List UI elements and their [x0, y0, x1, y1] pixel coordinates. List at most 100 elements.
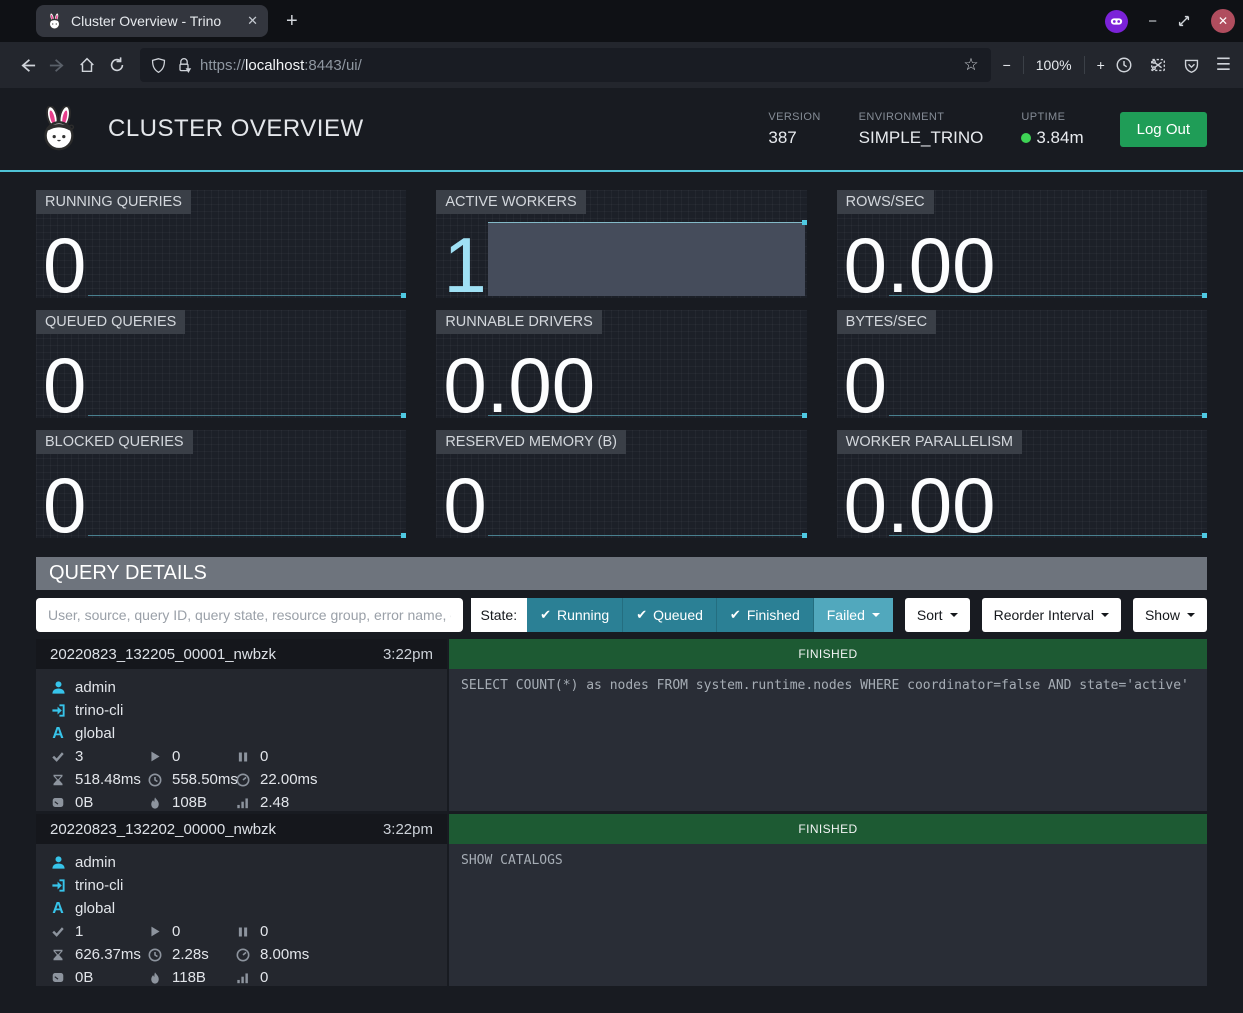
- query-status-badge: FINISHED: [449, 814, 1207, 844]
- home-button[interactable]: [72, 50, 102, 80]
- cumulative-memory: 108B: [172, 794, 207, 811]
- stat-value: 0: [43, 346, 86, 424]
- environment-stat: ENVIRONMENT SIMPLE_TRINO: [859, 111, 984, 148]
- forward-button[interactable]: [42, 50, 72, 80]
- check-icon: ✔: [636, 607, 647, 623]
- check-icon: ✔: [730, 607, 741, 623]
- uptime-label: UPTIME: [1021, 111, 1083, 123]
- stat-card-running-queries: RUNNING QUERIES 0: [36, 190, 406, 298]
- zoom-level[interactable]: 100%: [1036, 57, 1072, 73]
- wall-time: 626.37ms: [75, 946, 141, 963]
- query-user: admin: [75, 854, 116, 871]
- state-failed-label: Failed: [827, 607, 865, 623]
- completed-splits: 3: [75, 748, 83, 765]
- query-id-link[interactable]: 20220823_132205_00001_nwbzk: [50, 646, 276, 663]
- environment-label: ENVIRONMENT: [859, 111, 984, 123]
- zoom-in-button[interactable]: +: [1097, 57, 1105, 73]
- query-details-title: QUERY DETAILS: [49, 562, 207, 585]
- query-sql-text: SHOW CATALOGS: [449, 844, 1207, 986]
- queued-splits-pause-icon: [235, 926, 251, 938]
- query-id-bar: 20220823_132202_00000_nwbzk 3:22pm: [36, 814, 447, 844]
- url-bar[interactable]: https://localhost:8443/ui/ ☆: [140, 48, 991, 82]
- version-value: 387: [768, 128, 820, 148]
- query-time: 3:22pm: [383, 646, 433, 663]
- cluster-stats-grid: RUNNING QUERIES 0 ACTIVE WORKERS 1 ROWS/…: [36, 190, 1207, 538]
- history-clock-icon[interactable]: [1115, 56, 1133, 74]
- sparkline-dot: [401, 413, 406, 418]
- stat-value: 0: [43, 226, 86, 304]
- window-restore-button[interactable]: [1177, 14, 1191, 28]
- sparkline: [488, 535, 804, 536]
- state-queued-label: Queued: [653, 607, 703, 623]
- zoom-out-button[interactable]: −: [1003, 57, 1011, 73]
- sparkline: [88, 415, 404, 416]
- stat-value: 0: [844, 346, 887, 424]
- pocket-shield-icon[interactable]: [1183, 57, 1200, 74]
- parallelism: 0: [260, 969, 268, 986]
- stat-card-bytes-sec: BYTES/SEC 0: [837, 310, 1207, 418]
- sort-dropdown[interactable]: Sort: [905, 598, 970, 632]
- completed-splits: 1: [75, 923, 83, 940]
- url-scheme: https://: [200, 57, 245, 74]
- running-splits: 0: [172, 748, 180, 765]
- query-filter-toolbar: State: ✔Running ✔ Queued ✔ Finished Failed…: [36, 598, 1207, 632]
- window-minimize-button[interactable]: −: [1148, 13, 1157, 30]
- cumulative-memory-flame-icon: [147, 971, 163, 985]
- state-filter-label: State:: [471, 598, 528, 632]
- query-resource-group: global: [75, 900, 115, 917]
- browser-tab-bar: Cluster Overview - Trino ✕ + − ✕: [0, 0, 1243, 42]
- stat-value: 0.00: [844, 466, 996, 544]
- profile-avatar-mask-icon[interactable]: [1105, 10, 1128, 33]
- tab-close-icon[interactable]: ✕: [247, 13, 258, 29]
- reorder-interval-dropdown[interactable]: Reorder Interval: [982, 598, 1121, 632]
- logout-button[interactable]: Log Out: [1120, 112, 1207, 147]
- sparkline-dot: [1202, 413, 1207, 418]
- lock-warning-icon[interactable]: [176, 57, 192, 73]
- stat-card-rows-sec: ROWS/SEC 0.00: [837, 190, 1207, 298]
- stat-label: RUNNABLE DRIVERS: [436, 310, 601, 334]
- sort-label: Sort: [917, 607, 943, 623]
- queued-splits: 0: [260, 923, 268, 940]
- back-button[interactable]: [12, 50, 42, 80]
- stat-label: BLOCKED QUERIES: [36, 430, 193, 454]
- state-running-label: Running: [557, 607, 609, 623]
- state-finished-button[interactable]: ✔ Finished: [717, 598, 814, 632]
- query-card: 20220823_132202_00000_nwbzk 3:22pm FINIS…: [36, 814, 1207, 986]
- stat-label: ACTIVE WORKERS: [436, 190, 585, 214]
- sparkline-dot: [802, 220, 807, 225]
- query-time: 3:22pm: [383, 821, 433, 838]
- state-queued-button[interactable]: ✔ Queued: [623, 598, 717, 632]
- reload-button[interactable]: [102, 50, 132, 80]
- stat-label: BYTES/SEC: [837, 310, 936, 334]
- state-running-button[interactable]: ✔Running: [527, 598, 623, 632]
- query-status-badge: FINISHED: [449, 639, 1207, 669]
- stat-value: 0: [43, 466, 86, 544]
- window-close-button[interactable]: ✕: [1211, 9, 1235, 33]
- running-splits-play-icon: [147, 750, 163, 763]
- bookmark-star-icon[interactable]: ☆: [963, 55, 978, 75]
- state-failed-dropdown[interactable]: Failed: [814, 598, 893, 632]
- query-sql-text: SELECT COUNT(*) as nodes FROM system.run…: [449, 669, 1207, 811]
- query-id-bar: 20220823_132205_00001_nwbzk 3:22pm: [36, 639, 447, 669]
- state-finished-label: Finished: [747, 607, 800, 623]
- shield-icon[interactable]: [150, 57, 167, 74]
- uptime-status-dot: [1021, 133, 1031, 143]
- stat-card-queued-queries: QUEUED QUERIES 0: [36, 310, 406, 418]
- menu-hamburger-icon[interactable]: ☰: [1216, 55, 1231, 75]
- cpu-time-gauge-icon: [235, 773, 251, 787]
- stat-label: WORKER PARALLELISM: [837, 430, 1022, 454]
- new-tab-button[interactable]: +: [286, 10, 298, 33]
- browser-tab[interactable]: Cluster Overview - Trino ✕: [36, 5, 268, 37]
- screenshot-icon[interactable]: [1149, 56, 1167, 74]
- elapsed-time: 558.50ms: [172, 771, 238, 788]
- query-id-link[interactable]: 20220823_132202_00000_nwbzk: [50, 821, 276, 838]
- query-search-input[interactable]: [36, 598, 463, 632]
- stat-value: 0.00: [443, 346, 595, 424]
- url-text[interactable]: https://localhost:8443/ui/: [200, 57, 963, 74]
- separator: [1023, 56, 1024, 74]
- show-dropdown[interactable]: Show: [1133, 598, 1207, 632]
- version-stat: VERSION 387: [768, 111, 820, 148]
- query-source: trino-cli: [75, 877, 123, 894]
- sparkline: [889, 415, 1206, 416]
- sparkline-dot: [1202, 293, 1207, 298]
